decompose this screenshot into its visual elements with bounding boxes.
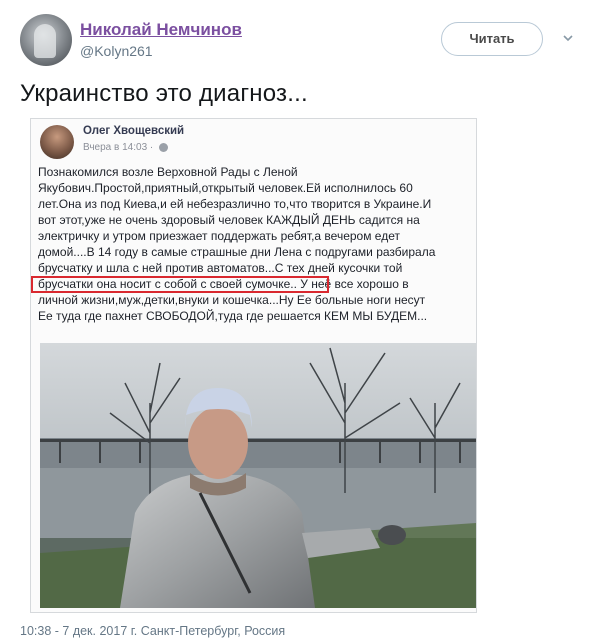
post-author-name: Олег Хвощевский — [83, 125, 185, 137]
tweet-text: Украинство это диагноз... — [20, 80, 308, 107]
post-text-line: домой....В 14 году в самые страшные дни … — [38, 245, 436, 259]
post-text-line: Познакомился возле Верховной Рады с Лено… — [38, 165, 298, 179]
red-highlight-box — [31, 276, 329, 293]
post-author-avatar — [40, 125, 74, 159]
author-handle: @Kolyn261 — [80, 43, 153, 59]
chevron-down-icon[interactable] — [563, 33, 573, 43]
embedded-post-screenshot[interactable]: Олег Хвощевский Вчера в 14:03 · Познаком… — [30, 118, 477, 613]
post-text-line: Якубович.Простой,приятный,открытый челов… — [38, 181, 413, 195]
follow-button[interactable]: Читать — [441, 22, 543, 56]
tweet-timestamp-location[interactable]: 10:38 - 7 дек. 2017 г. Санкт-Петербург, … — [20, 624, 285, 638]
post-text-line: Ее туда где пахнет СВОБОДОЙ,туда где реш… — [38, 309, 428, 323]
post-text-line: брусчатку и шла с ней против автоматов..… — [38, 261, 403, 275]
author-display-name[interactable]: Николай Немчинов — [80, 20, 242, 40]
post-text-line: вот этот,уже не очень здоровый человек К… — [38, 213, 420, 227]
post-text-line: электричку и утром приезжает поддержать … — [38, 229, 400, 243]
author-avatar[interactable] — [20, 14, 72, 66]
post-text-line: личной жизни,муж,детки,внуки и кошечка..… — [38, 293, 426, 307]
post-text-line: лет.Она из под Киева,и ей небезразлично … — [38, 197, 432, 211]
post-timestamp: Вчера в 14:03 · — [83, 142, 154, 153]
post-photo[interactable] — [40, 343, 476, 608]
globe-icon — [159, 143, 168, 152]
